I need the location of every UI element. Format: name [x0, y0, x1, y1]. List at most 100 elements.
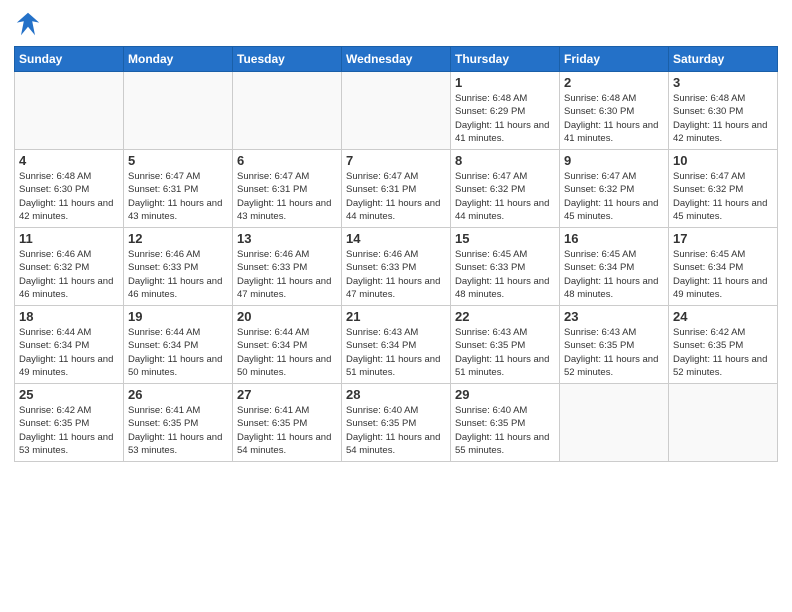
- day-info: Sunrise: 6:41 AM Sunset: 6:35 PM Dayligh…: [237, 404, 337, 457]
- day-cell: 18 Sunrise: 6:44 AM Sunset: 6:34 PM Dayli…: [15, 306, 124, 384]
- day-cell: 22Sunrise: 6:43 AM Sunset: 6:35 PM Dayli…: [451, 306, 560, 384]
- logo: [14, 10, 46, 38]
- day-cell: 15 Sunrise: 6:45 AM Sunset: 6:33 PM Dayli…: [451, 228, 560, 306]
- day-cell: 5 Sunrise: 6:47 AM Sunset: 6:31 PM Daylig…: [124, 150, 233, 228]
- day-number: 24: [673, 309, 773, 324]
- day-info: Sunrise: 6:48 AM Sunset: 6:30 PM Dayligh…: [19, 170, 119, 223]
- day-number: 14: [346, 231, 446, 246]
- header: [14, 10, 778, 38]
- day-number: 7: [346, 153, 446, 168]
- day-cell: [124, 72, 233, 150]
- day-cell: 7 Sunrise: 6:47 AM Sunset: 6:31 PM Daylig…: [342, 150, 451, 228]
- day-cell: 8 Sunrise: 6:47 AM Sunset: 6:32 PM Daylig…: [451, 150, 560, 228]
- day-cell: 16 Sunrise: 6:45 AM Sunset: 6:34 PM Dayli…: [560, 228, 669, 306]
- day-info: Sunrise: 6:41 AM Sunset: 6:35 PM Dayligh…: [128, 404, 228, 457]
- day-cell: 12 Sunrise: 6:46 AM Sunset: 6:33 PM Dayli…: [124, 228, 233, 306]
- day-number: 13: [237, 231, 337, 246]
- day-info: Sunrise: 6:42 AM Sunset: 6:35 PM Dayligh…: [673, 326, 773, 379]
- day-cell: 21Sunrise: 6:43 AM Sunset: 6:34 PM Dayli…: [342, 306, 451, 384]
- day-number: 12: [128, 231, 228, 246]
- day-number: 18: [19, 309, 119, 324]
- day-info: Sunrise: 6:46 AM Sunset: 6:33 PM Dayligh…: [346, 248, 446, 301]
- day-cell: 29Sunrise: 6:40 AM Sunset: 6:35 PM Dayli…: [451, 384, 560, 462]
- day-cell: 19 Sunrise: 6:44 AM Sunset: 6:34 PM Dayli…: [124, 306, 233, 384]
- col-header-friday: Friday: [560, 47, 669, 72]
- header-row: SundayMondayTuesdayWednesdayThursdayFrid…: [15, 47, 778, 72]
- page: SundayMondayTuesdayWednesdayThursdayFrid…: [0, 0, 792, 612]
- day-cell: 23 Sunrise: 6:43 AM Sunset: 6:35 PM Dayli…: [560, 306, 669, 384]
- day-cell: 3 Sunrise: 6:48 AM Sunset: 6:30 PM Daylig…: [669, 72, 778, 150]
- day-cell: 4Sunrise: 6:48 AM Sunset: 6:30 PM Daylig…: [15, 150, 124, 228]
- day-number: 2: [564, 75, 664, 90]
- day-number: 1: [455, 75, 555, 90]
- day-info: Sunrise: 6:43 AM Sunset: 6:35 PM Dayligh…: [455, 326, 555, 379]
- day-info: Sunrise: 6:45 AM Sunset: 6:33 PM Dayligh…: [455, 248, 555, 301]
- day-number: 5: [128, 153, 228, 168]
- day-cell: [342, 72, 451, 150]
- day-number: 8: [455, 153, 555, 168]
- day-number: 29: [455, 387, 555, 402]
- day-cell: 27 Sunrise: 6:41 AM Sunset: 6:35 PM Dayli…: [233, 384, 342, 462]
- calendar-table: SundayMondayTuesdayWednesdayThursdayFrid…: [14, 46, 778, 462]
- day-info: Sunrise: 6:40 AM Sunset: 6:35 PM Dayligh…: [346, 404, 446, 457]
- day-cell: 25 Sunrise: 6:42 AM Sunset: 6:35 PM Dayli…: [15, 384, 124, 462]
- day-cell: 17 Sunrise: 6:45 AM Sunset: 6:34 PM Dayli…: [669, 228, 778, 306]
- day-number: 6: [237, 153, 337, 168]
- day-info: Sunrise: 6:48 AM Sunset: 6:30 PM Dayligh…: [564, 92, 664, 145]
- day-info: Sunrise: 6:44 AM Sunset: 6:34 PM Dayligh…: [237, 326, 337, 379]
- day-cell: [233, 72, 342, 150]
- day-number: 3: [673, 75, 773, 90]
- day-info: Sunrise: 6:43 AM Sunset: 6:35 PM Dayligh…: [564, 326, 664, 379]
- day-cell: 2 Sunrise: 6:48 AM Sunset: 6:30 PM Daylig…: [560, 72, 669, 150]
- day-cell: [669, 384, 778, 462]
- col-header-wednesday: Wednesday: [342, 47, 451, 72]
- logo-bird-icon: [14, 10, 42, 38]
- day-cell: [15, 72, 124, 150]
- day-cell: 1Sunrise: 6:48 AM Sunset: 6:29 PM Daylig…: [451, 72, 560, 150]
- day-info: Sunrise: 6:48 AM Sunset: 6:30 PM Dayligh…: [673, 92, 773, 145]
- day-number: 20: [237, 309, 337, 324]
- col-header-monday: Monday: [124, 47, 233, 72]
- day-number: 9: [564, 153, 664, 168]
- day-info: Sunrise: 6:46 AM Sunset: 6:32 PM Dayligh…: [19, 248, 119, 301]
- day-cell: 14 Sunrise: 6:46 AM Sunset: 6:33 PM Dayli…: [342, 228, 451, 306]
- day-number: 15: [455, 231, 555, 246]
- col-header-sunday: Sunday: [15, 47, 124, 72]
- day-info: Sunrise: 6:47 AM Sunset: 6:31 PM Dayligh…: [128, 170, 228, 223]
- day-cell: 6 Sunrise: 6:47 AM Sunset: 6:31 PM Daylig…: [233, 150, 342, 228]
- day-number: 27: [237, 387, 337, 402]
- col-header-tuesday: Tuesday: [233, 47, 342, 72]
- week-row-4: 18 Sunrise: 6:44 AM Sunset: 6:34 PM Dayli…: [15, 306, 778, 384]
- day-number: 19: [128, 309, 228, 324]
- day-info: Sunrise: 6:44 AM Sunset: 6:34 PM Dayligh…: [128, 326, 228, 379]
- day-cell: 26 Sunrise: 6:41 AM Sunset: 6:35 PM Dayli…: [124, 384, 233, 462]
- day-info: Sunrise: 6:47 AM Sunset: 6:31 PM Dayligh…: [346, 170, 446, 223]
- day-info: Sunrise: 6:47 AM Sunset: 6:31 PM Dayligh…: [237, 170, 337, 223]
- day-number: 11: [19, 231, 119, 246]
- day-info: Sunrise: 6:47 AM Sunset: 6:32 PM Dayligh…: [673, 170, 773, 223]
- day-number: 26: [128, 387, 228, 402]
- day-cell: 9 Sunrise: 6:47 AM Sunset: 6:32 PM Daylig…: [560, 150, 669, 228]
- col-header-thursday: Thursday: [451, 47, 560, 72]
- day-info: Sunrise: 6:44 AM Sunset: 6:34 PM Dayligh…: [19, 326, 119, 379]
- day-cell: 28Sunrise: 6:40 AM Sunset: 6:35 PM Dayli…: [342, 384, 451, 462]
- week-row-1: 1Sunrise: 6:48 AM Sunset: 6:29 PM Daylig…: [15, 72, 778, 150]
- day-info: Sunrise: 6:42 AM Sunset: 6:35 PM Dayligh…: [19, 404, 119, 457]
- day-info: Sunrise: 6:45 AM Sunset: 6:34 PM Dayligh…: [673, 248, 773, 301]
- day-info: Sunrise: 6:47 AM Sunset: 6:32 PM Dayligh…: [455, 170, 555, 223]
- day-info: Sunrise: 6:47 AM Sunset: 6:32 PM Dayligh…: [564, 170, 664, 223]
- week-row-3: 11 Sunrise: 6:46 AM Sunset: 6:32 PM Dayli…: [15, 228, 778, 306]
- day-number: 25: [19, 387, 119, 402]
- day-number: 17: [673, 231, 773, 246]
- day-cell: 10 Sunrise: 6:47 AM Sunset: 6:32 PM Dayli…: [669, 150, 778, 228]
- day-number: 10: [673, 153, 773, 168]
- day-info: Sunrise: 6:45 AM Sunset: 6:34 PM Dayligh…: [564, 248, 664, 301]
- week-row-2: 4Sunrise: 6:48 AM Sunset: 6:30 PM Daylig…: [15, 150, 778, 228]
- day-cell: 11 Sunrise: 6:46 AM Sunset: 6:32 PM Dayli…: [15, 228, 124, 306]
- day-number: 16: [564, 231, 664, 246]
- day-info: Sunrise: 6:46 AM Sunset: 6:33 PM Dayligh…: [128, 248, 228, 301]
- col-header-saturday: Saturday: [669, 47, 778, 72]
- day-number: 23: [564, 309, 664, 324]
- day-cell: 24 Sunrise: 6:42 AM Sunset: 6:35 PM Dayli…: [669, 306, 778, 384]
- day-cell: 20 Sunrise: 6:44 AM Sunset: 6:34 PM Dayli…: [233, 306, 342, 384]
